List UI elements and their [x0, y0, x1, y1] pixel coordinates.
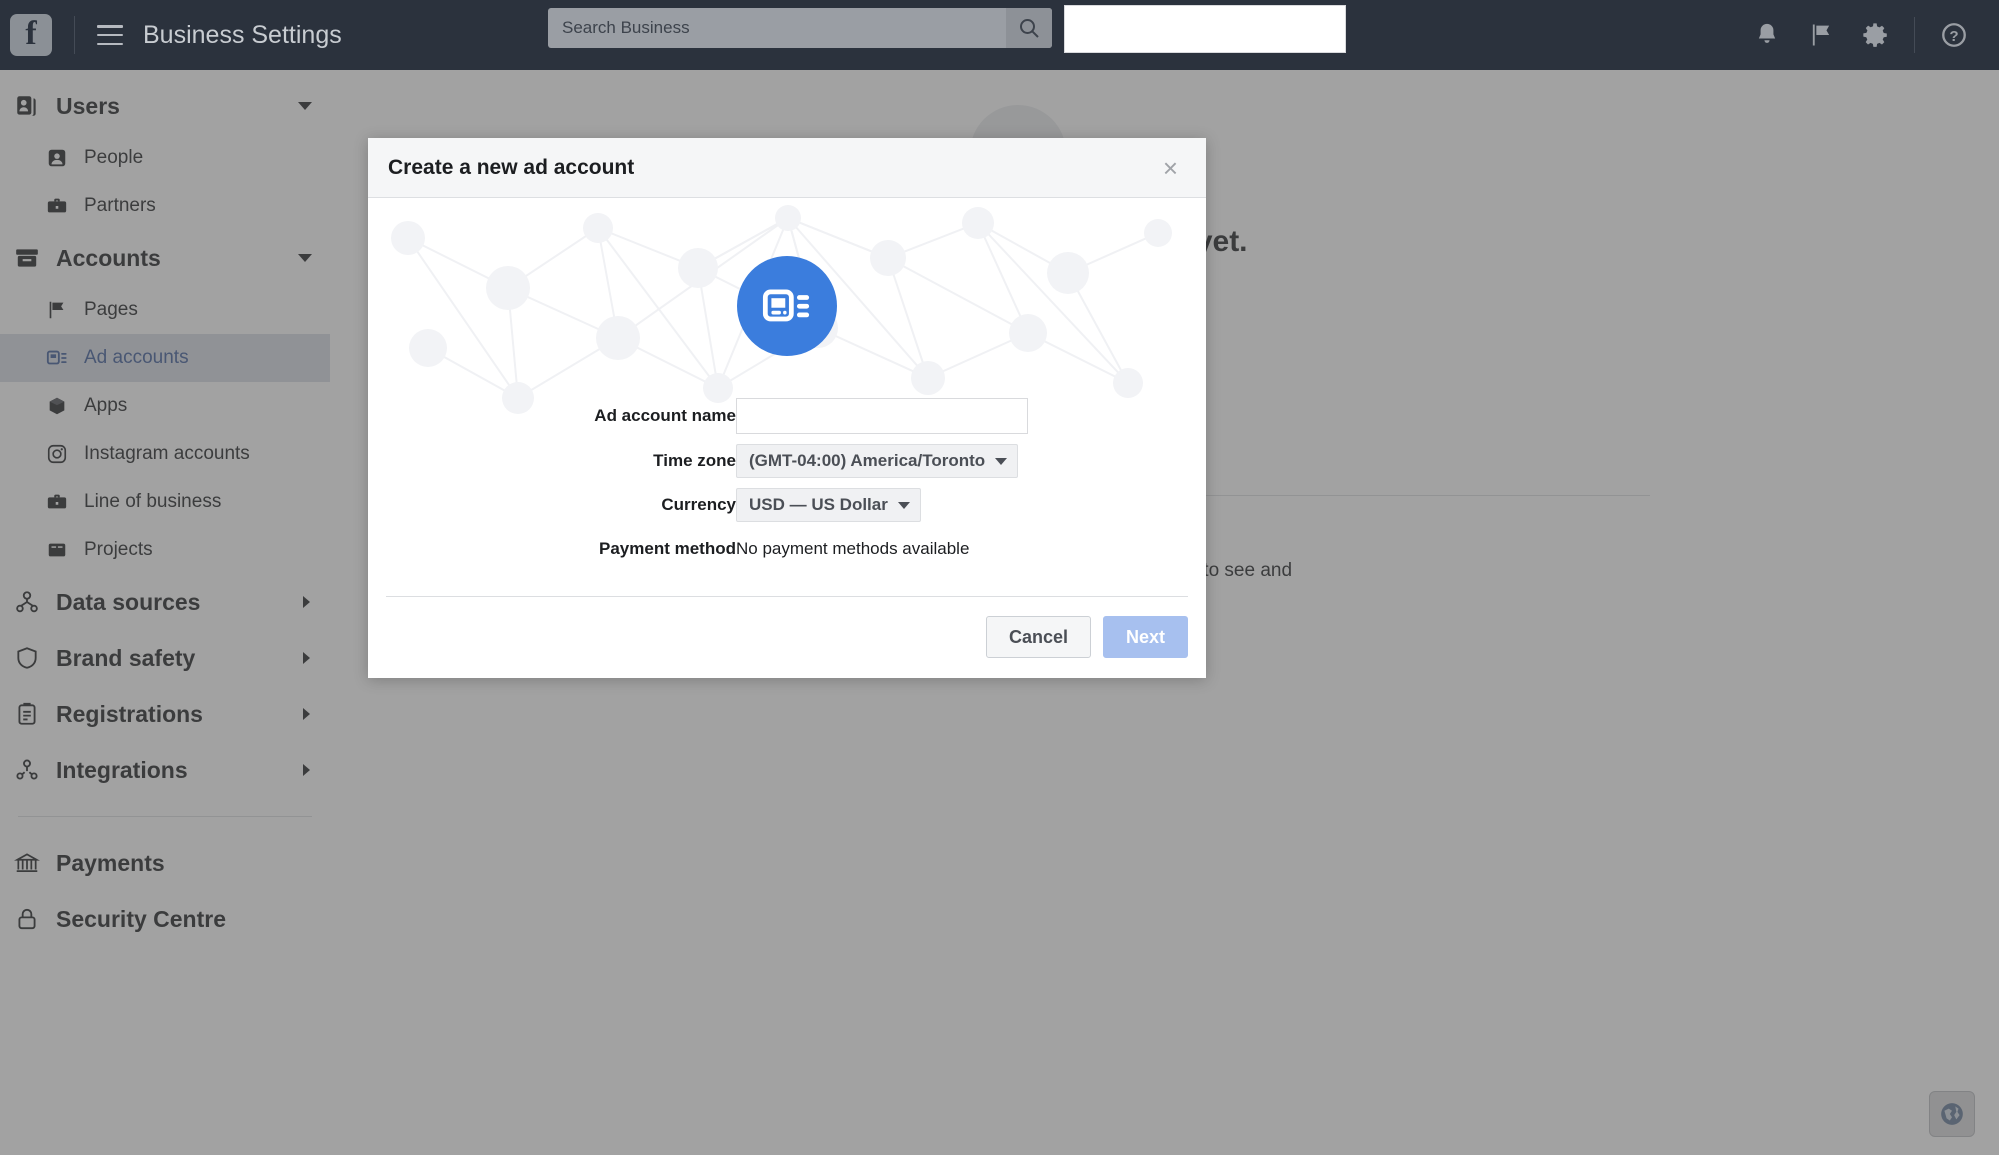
time-zone-select[interactable]: (GMT-04:00) America/Toronto — [736, 444, 1019, 478]
time-zone-value: (GMT-04:00) America/Toronto — [749, 451, 986, 470]
search-input[interactable] — [548, 8, 1006, 48]
field-row-time-zone: Time zone (GMT-04:00) America/Toronto — [368, 444, 1206, 478]
ad-account-hero-icon — [737, 256, 837, 356]
search-business-container — [548, 8, 1052, 48]
payment-method-label: Payment method — [599, 539, 736, 558]
ad-account-name-label: Ad account name — [594, 406, 736, 425]
ad-account-form: Ad account name Time zone (GMT-04:00) Am… — [368, 398, 1206, 576]
dialog-body: Ad account name Time zone (GMT-04:00) Am… — [368, 198, 1206, 678]
dialog-divider — [386, 596, 1188, 597]
time-zone-label: Time zone — [653, 451, 736, 470]
ad-account-name-input[interactable] — [736, 398, 1028, 434]
cancel-button[interactable]: Cancel — [985, 616, 1091, 658]
help-icon[interactable]: ? — [1927, 8, 1981, 62]
app-root: ccounts yet. k on any ad account to see … — [0, 0, 1999, 1155]
chevron-down-icon — [995, 457, 1008, 465]
flag-icon[interactable] — [1794, 8, 1848, 62]
field-row-ad-account-name: Ad account name — [368, 398, 1206, 434]
dialog-terms-text: By creating an ad account, you agree on … — [368, 676, 1206, 678]
settings-gear-icon[interactable] — [1848, 8, 1902, 62]
dialog-header: Create a new ad account × — [368, 138, 1206, 198]
close-icon[interactable]: × — [1157, 154, 1184, 182]
search-icon[interactable] — [1006, 8, 1052, 48]
currency-value: USD — US Dollar — [749, 495, 888, 514]
field-row-payment-method: Payment method No payment methods availa… — [368, 532, 1206, 566]
payment-method-value: No payment methods available — [736, 539, 970, 558]
topbar-divider — [1914, 17, 1915, 53]
hamburger-icon[interactable] — [97, 25, 123, 45]
field-row-currency: Currency USD — US Dollar — [368, 488, 1206, 522]
notifications-bell-icon[interactable] — [1740, 8, 1794, 62]
topbar-divider — [74, 16, 75, 54]
currency-label: Currency — [661, 495, 736, 514]
facebook-logo-icon[interactable] — [10, 14, 52, 56]
svg-text:?: ? — [1949, 28, 1958, 45]
blank-overlay-panel[interactable] — [1064, 5, 1346, 53]
currency-select[interactable]: USD — US Dollar — [736, 488, 921, 522]
top-navigation-bar: Business Settings — [0, 0, 1999, 70]
chevron-down-icon — [897, 501, 910, 509]
create-ad-account-dialog: Create a new ad account × Ad account nam… — [368, 138, 1206, 678]
next-button[interactable]: Next — [1102, 616, 1188, 658]
topbar-icon-group: ? — [1740, 0, 1999, 70]
page-title: Business Settings — [143, 20, 342, 49]
dialog-title: Create a new ad account — [388, 155, 635, 179]
dialog-actions: Cancel Next — [985, 616, 1188, 658]
